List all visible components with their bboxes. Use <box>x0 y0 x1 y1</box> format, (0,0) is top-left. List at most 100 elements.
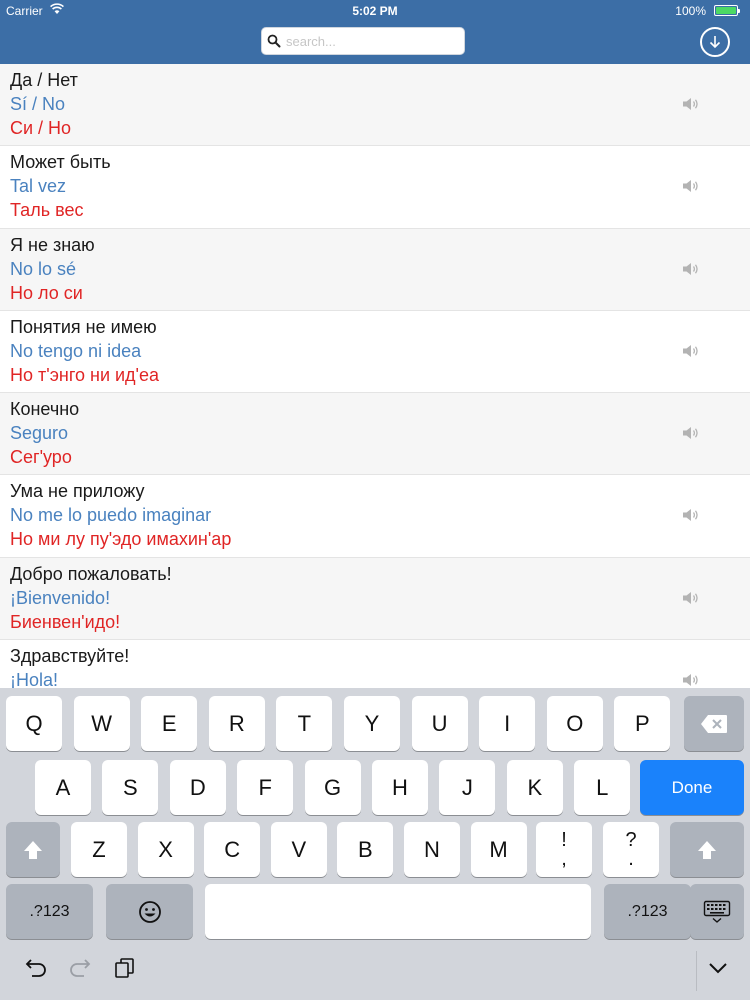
key-q[interactable]: Q <box>6 696 62 751</box>
phrase-russian: Понятия не имею <box>10 316 157 337</box>
phrase-row[interactable]: Да / Нет Sí / No Си / Но <box>0 64 750 147</box>
key-k[interactable]: K <box>506 760 563 815</box>
key-exclam-comma[interactable]: !, <box>536 822 592 877</box>
undo-icon[interactable] <box>24 957 48 979</box>
search-icon <box>267 34 281 48</box>
phrase-transliteration: Си / Но <box>10 118 72 138</box>
phrase-row[interactable]: Я не знаю No lo sé Но ло си <box>0 228 750 311</box>
speaker-icon[interactable] <box>682 343 700 359</box>
phrase-spanish: ¡Bienvenido! <box>10 587 111 608</box>
key-f[interactable]: F <box>237 760 294 815</box>
paste-icon[interactable] <box>114 957 136 979</box>
delete-icon <box>701 714 727 733</box>
phrase-row[interactable]: Здравствуйте! ¡Hola! <box>0 640 750 688</box>
phrase-russian: Да / Нет <box>10 70 78 90</box>
delete-key[interactable] <box>684 696 744 751</box>
shortcut-divider <box>696 951 697 991</box>
phrase-row[interactable]: Добро пожаловать! ¡Bienvenido! Биенвен'идо… <box>0 557 750 641</box>
phrase-spanish: No tengo ni idea <box>10 340 142 361</box>
phrase-spanish: Sí / No <box>10 94 66 114</box>
shift-icon <box>698 840 716 859</box>
key-g[interactable]: G <box>304 760 361 815</box>
key-r[interactable]: R <box>208 696 265 751</box>
shift-key-left[interactable] <box>6 822 60 877</box>
key-y[interactable]: Y <box>344 696 400 751</box>
speaker-icon[interactable] <box>682 590 700 606</box>
done-key[interactable]: Done <box>640 760 744 815</box>
emoji-key[interactable] <box>106 884 193 939</box>
speaker-icon[interactable] <box>682 425 700 441</box>
key-s[interactable]: S <box>102 760 159 815</box>
phrase-russian: Здравствуйте! <box>10 646 130 667</box>
key-b[interactable]: B <box>337 822 394 877</box>
keyboard-hide-icon <box>703 900 731 923</box>
key-z[interactable]: Z <box>71 822 127 877</box>
clock: 5:02 PM <box>352 4 398 18</box>
punct-period: . <box>628 847 634 870</box>
phrase-row[interactable]: Понятия не имею No tengo ni idea Но т'энго… <box>0 310 750 394</box>
key-c[interactable]: C <box>204 822 261 877</box>
speaker-icon[interactable] <box>682 261 700 277</box>
punct-comma: , <box>561 847 567 870</box>
onscreen-keyboard: Done !, ?. .?123 .?123 Q W E R T Y U I O… <box>0 688 750 1000</box>
phrase-spanish: Seguro <box>10 423 69 444</box>
key-w[interactable]: W <box>73 696 130 751</box>
key-x[interactable]: X <box>137 822 194 877</box>
space-key[interactable] <box>205 884 591 939</box>
key-n[interactable]: N <box>404 822 460 877</box>
shortcut-bar <box>0 941 750 1000</box>
phrase-spanish: No lo sé <box>10 258 77 279</box>
key-a[interactable]: A <box>35 760 91 815</box>
phrase-transliteration: Но ло си <box>10 282 83 303</box>
key-h[interactable]: H <box>372 760 428 815</box>
phrase-transliteration: Но т'энго ни ид'еа <box>10 364 160 385</box>
status-bar: Carrier 5:02 PM 100% <box>0 0 750 22</box>
key-i[interactable]: I <box>479 696 536 751</box>
phrase-row[interactable]: Ума не приложу No me lo puedo imaginar Но … <box>0 475 750 558</box>
key-j[interactable]: J <box>439 760 496 815</box>
phrase-list[interactable]: Да / Нет Sí / No Си / Но Может быть Tal vez Т… <box>0 64 750 688</box>
phrase-russian: Конечно <box>10 399 80 420</box>
phrase-russian: Я не знаю <box>10 234 95 255</box>
key-p[interactable]: P <box>614 696 671 751</box>
shift-icon <box>24 840 42 859</box>
phrase-row[interactable]: Конечно Seguro Сег'уро <box>0 393 750 476</box>
phrase-transliteration: Биенвен'идо! <box>10 611 121 632</box>
key-e[interactable]: E <box>141 696 198 751</box>
phrase-transliteration: Сег'уро <box>10 447 72 468</box>
hide-keyboard-key[interactable] <box>690 884 744 939</box>
search-input[interactable] <box>286 31 458 51</box>
key-d[interactable]: D <box>169 760 226 815</box>
key-m[interactable]: M <box>470 822 527 877</box>
phrase-row[interactable]: Может быть Tal vez Таль вес <box>0 146 750 229</box>
punct-exclam: ! <box>561 828 567 851</box>
punct-question: ? <box>625 828 637 851</box>
speaker-icon[interactable] <box>682 507 700 523</box>
redo-icon[interactable] <box>68 957 92 979</box>
speaker-icon[interactable] <box>682 672 700 688</box>
phrase-russian: Добро пожаловать! <box>10 563 172 584</box>
speaker-icon[interactable] <box>682 96 700 112</box>
numbers-key-right[interactable]: .?123 <box>604 884 691 939</box>
key-o[interactable]: O <box>546 696 603 751</box>
battery-percent: 100% <box>675 4 706 18</box>
battery-icon <box>714 5 740 16</box>
phrase-spanish: ¡Hola! <box>10 670 59 688</box>
shift-key-right[interactable] <box>670 822 744 877</box>
key-question-period[interactable]: ?. <box>603 822 659 877</box>
emoji-icon <box>138 900 161 923</box>
speaker-icon[interactable] <box>682 178 700 194</box>
phrase-spanish: Tal vez <box>10 176 67 197</box>
phrase-transliteration: Таль вес <box>10 200 84 221</box>
search-bar[interactable] <box>261 27 465 55</box>
key-u[interactable]: U <box>411 696 468 751</box>
download-icon <box>709 36 721 49</box>
download-button[interactable] <box>700 27 730 57</box>
key-t[interactable]: T <box>276 696 333 751</box>
chevron-down-icon[interactable] <box>708 961 728 975</box>
numbers-key-left[interactable]: .?123 <box>6 884 93 939</box>
phrase-russian: Может быть <box>10 152 111 173</box>
key-l[interactable]: L <box>574 760 631 815</box>
key-v[interactable]: V <box>270 822 327 877</box>
phrase-transliteration: Но ми лу пу'эдо имахин'ар <box>10 529 232 550</box>
